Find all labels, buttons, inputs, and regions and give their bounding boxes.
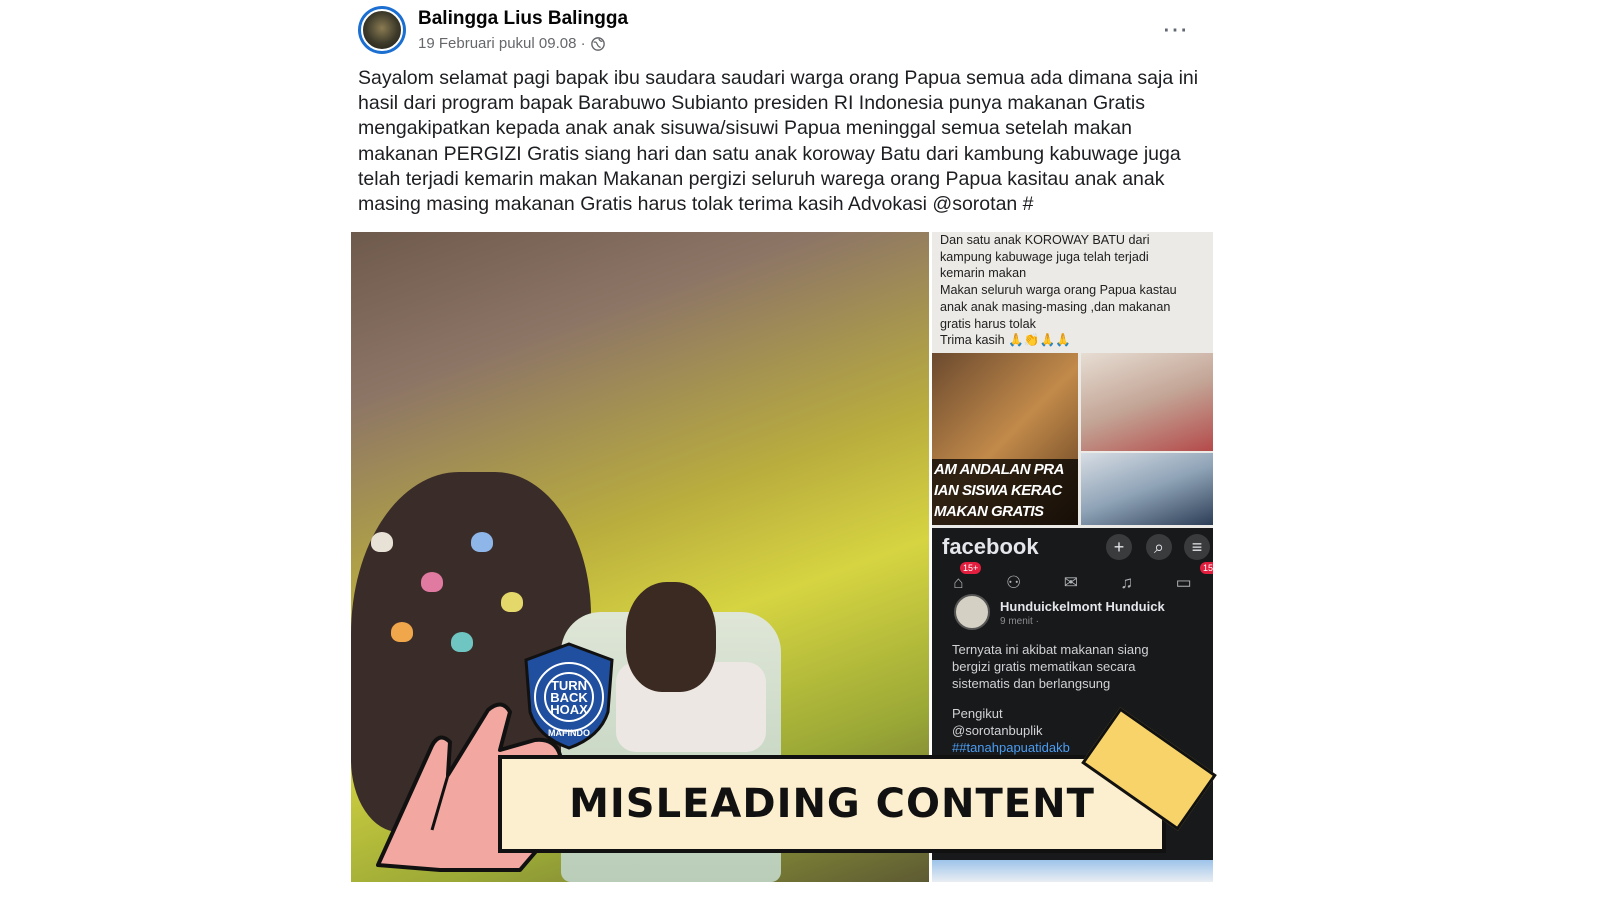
author-avatar[interactable] xyxy=(358,6,406,54)
globe-icon xyxy=(590,36,605,51)
misleading-label: MISLEADING CONTENT xyxy=(498,755,1166,853)
author-name[interactable]: Balingga Lius Balingga xyxy=(418,8,628,30)
thumbnail-banner: AM ANDALAN PRA IAN SISWA KERAC MAKAN GRA… xyxy=(932,459,1078,525)
menu-icon: ≡ xyxy=(1184,534,1210,560)
turnbackhoax-badge: TURN BACK HOAX MAFINDO xyxy=(522,642,616,750)
misleading-label-text: MISLEADING CONTENT xyxy=(569,781,1095,827)
home-icon: ⌂ xyxy=(953,573,964,592)
heart-pattern xyxy=(421,572,443,592)
screenshot-user: Hunduickelmont Hunduick xyxy=(1000,599,1165,614)
notification-badge: 15+ xyxy=(1200,562,1213,574)
hospital-thumbnail[interactable] xyxy=(1081,353,1213,451)
plus-icon: + xyxy=(1106,534,1132,560)
bell-icon: ♫ xyxy=(1120,573,1134,592)
post-timestamp[interactable]: 19 Februari pukul 09.08 · xyxy=(418,35,586,52)
notification-badge: 15+ xyxy=(960,562,982,574)
heart-pattern xyxy=(501,592,523,612)
friends-icon: ⚇ xyxy=(1005,573,1022,592)
badge-org: MAFINDO xyxy=(548,728,590,738)
messenger-icon: ✉ xyxy=(1063,573,1078,592)
video-icon: ▭ xyxy=(1175,573,1192,592)
post-body: Sayalom selamat pagi bapak ibu saudara s… xyxy=(358,67,1199,216)
screenshot-time: 9 menit · xyxy=(1000,616,1039,627)
fact-check-overlay: TURN BACK HOAX MAFINDO MISLEADING CONTEN… xyxy=(370,640,1217,880)
search-icon: ⌕ xyxy=(1146,534,1172,560)
news-thumbnail[interactable]: AM ANDALAN PRA IAN SISWA KERAC MAKAN GRA… xyxy=(932,353,1078,525)
badge-text: TURN BACK HOAX xyxy=(550,678,588,717)
clinic-thumbnail[interactable] xyxy=(1081,453,1213,525)
heart-pattern xyxy=(391,622,413,642)
heart-pattern xyxy=(471,532,493,552)
facebook-logo: facebook xyxy=(942,534,1039,559)
heart-pattern xyxy=(371,532,393,552)
more-options-icon[interactable]: ⋯ xyxy=(1162,14,1189,45)
post-meta: 19 Februari pukul 09.08 · xyxy=(418,35,605,52)
avatar xyxy=(954,594,990,630)
side-caption: Dan satu anak KOROWAY BATU dari kampung … xyxy=(940,233,1177,348)
